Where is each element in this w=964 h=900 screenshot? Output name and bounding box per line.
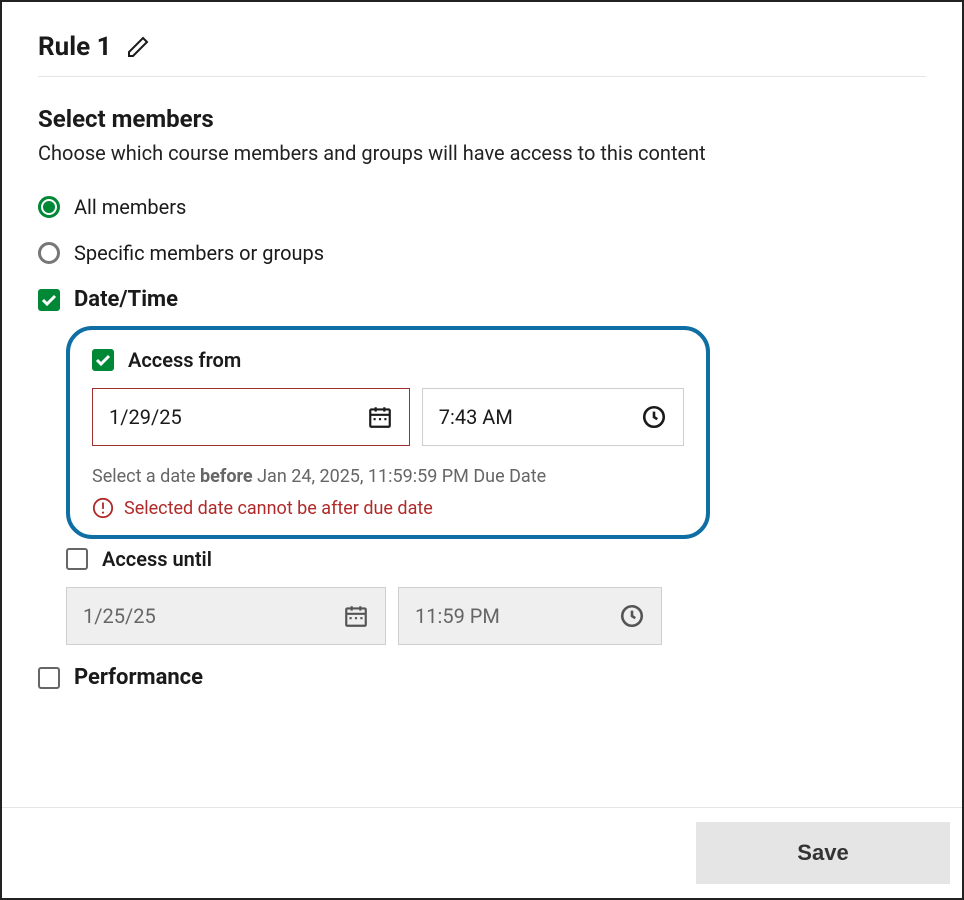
alert-icon <box>92 497 114 519</box>
calendar-icon <box>367 404 393 430</box>
select-members-description: Choose which course members and groups w… <box>38 141 926 165</box>
access-from-time-input[interactable]: 7:43 AM <box>422 388 684 446</box>
datetime-label: Date/Time <box>74 287 178 312</box>
access-until-toggle[interactable]: Access until <box>66 547 926 571</box>
performance-label: Performance <box>74 665 203 690</box>
access-until-time-input[interactable]: 11:59 PM <box>398 587 662 645</box>
date-value: 1/29/25 <box>109 405 182 429</box>
checkbox-icon <box>38 289 60 311</box>
access-until-label: Access until <box>102 547 212 571</box>
radio-icon <box>38 242 60 264</box>
clock-icon <box>619 603 645 629</box>
radio-icon <box>38 196 60 218</box>
pencil-icon <box>126 35 150 59</box>
access-until-date-input[interactable]: 1/25/25 <box>66 587 386 645</box>
error-text: Selected date cannot be after due date <box>124 498 433 519</box>
access-from-hint: Select a date before Jan 24, 2025, 11:59… <box>92 466 684 487</box>
calendar-icon <box>343 603 369 629</box>
time-value: 7:43 AM <box>439 405 513 429</box>
access-from-error: Selected date cannot be after due date <box>92 497 684 519</box>
time-value: 11:59 PM <box>415 604 500 628</box>
select-members-title: Select members <box>38 105 926 133</box>
access-from-label: Access from <box>128 348 241 372</box>
save-button[interactable]: Save <box>696 822 950 884</box>
date-value: 1/25/25 <box>83 604 156 628</box>
checkbox-icon <box>66 548 88 570</box>
performance-toggle[interactable]: Performance <box>38 665 926 690</box>
checkbox-icon <box>92 349 114 371</box>
radio-label: Specific members or groups <box>74 241 324 265</box>
access-from-block: Access from 1/29/25 7:43 AM Select a dat… <box>66 326 710 539</box>
edit-rule-button[interactable] <box>124 33 152 61</box>
radio-specific-members[interactable]: Specific members or groups <box>38 241 926 265</box>
access-from-toggle[interactable]: Access from <box>92 348 684 372</box>
footer: Save <box>2 807 962 898</box>
radio-all-members[interactable]: All members <box>38 195 926 219</box>
rule-header: Rule 1 <box>38 32 926 77</box>
access-from-date-input[interactable]: 1/29/25 <box>92 388 410 446</box>
radio-label: All members <box>74 195 186 219</box>
checkbox-icon <box>38 667 60 689</box>
datetime-toggle[interactable]: Date/Time <box>38 287 926 312</box>
clock-icon <box>641 404 667 430</box>
rule-title: Rule 1 <box>38 32 112 62</box>
